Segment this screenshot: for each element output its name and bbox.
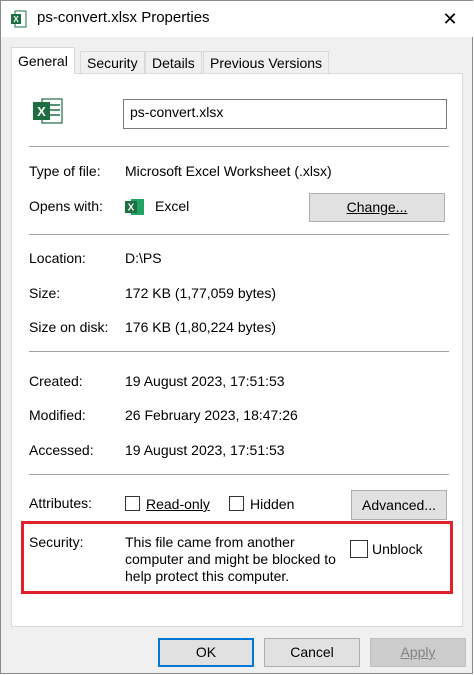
change-button-label: Change... xyxy=(346,199,408,215)
type-value: Microsoft Excel Worksheet (.xlsx) xyxy=(125,163,332,179)
apply-button[interactable]: Apply xyxy=(370,638,466,667)
window-title: ps-convert.xlsx Properties xyxy=(37,9,210,26)
modified-label: Modified: xyxy=(29,407,86,423)
hidden-label[interactable]: Hidden xyxy=(250,496,294,512)
size-label: Size: xyxy=(29,285,61,301)
tab-general[interactable]: General xyxy=(11,47,75,74)
apply-button-label: Apply xyxy=(400,644,436,660)
opens-with-value: Excel xyxy=(155,198,190,214)
accessed-label: Accessed: xyxy=(29,442,94,458)
unblock-checkbox[interactable] xyxy=(350,540,368,558)
filename-input[interactable]: ps-convert.xlsx xyxy=(123,99,447,129)
attributes-label: Attributes: xyxy=(29,495,93,511)
cancel-button[interactable]: Cancel xyxy=(264,638,360,667)
change-button[interactable]: Change... xyxy=(309,193,445,222)
svg-text:X: X xyxy=(128,203,135,214)
close-button[interactable]: ✕ xyxy=(427,1,473,37)
divider xyxy=(29,351,449,352)
unblock-label[interactable]: Unblock xyxy=(372,541,423,557)
created-value: 19 August 2023, 17:51:53 xyxy=(125,373,285,389)
excel-app-icon: X xyxy=(125,198,145,216)
size-on-disk-value: 176 KB (1,80,224 bytes) xyxy=(125,319,276,335)
security-message-line1: This file came from another xyxy=(125,534,295,550)
size-value: 172 KB (1,77,059 bytes) xyxy=(125,285,276,301)
location-label: Location: xyxy=(29,250,86,266)
created-label: Created: xyxy=(29,373,83,389)
security-label: Security: xyxy=(29,534,84,550)
divider xyxy=(29,146,449,147)
excel-file-icon: X xyxy=(11,10,27,28)
type-label: Type of file: xyxy=(29,163,101,179)
svg-text:X: X xyxy=(37,104,46,119)
size-on-disk-label: Size on disk: xyxy=(29,319,109,335)
tab-previous-versions[interactable]: Previous Versions xyxy=(203,51,330,73)
opens-with-label: Opens with: xyxy=(29,198,103,214)
modified-value: 26 February 2023, 18:47:26 xyxy=(125,407,298,423)
properties-window: X ps-convert.xlsx Properties ✕ General S… xyxy=(0,0,473,674)
accessed-value: 19 August 2023, 17:51:53 xyxy=(125,442,285,458)
security-message-line2: computer and might be blocked to xyxy=(125,551,336,567)
read-only-label[interactable]: Read-only xyxy=(146,496,210,512)
tab-details[interactable]: Details xyxy=(145,51,202,73)
svg-text:X: X xyxy=(13,15,19,24)
excel-file-icon: X xyxy=(33,98,63,124)
divider xyxy=(29,234,449,235)
location-value: D:\PS xyxy=(125,250,162,266)
divider xyxy=(29,474,449,475)
advanced-button[interactable]: Advanced... xyxy=(351,490,447,520)
ok-button[interactable]: OK xyxy=(158,638,254,667)
read-only-checkbox[interactable] xyxy=(125,496,140,511)
tab-security[interactable]: Security xyxy=(80,51,145,73)
title-bar: X ps-convert.xlsx Properties ✕ xyxy=(1,1,473,37)
security-message-line3: help protect this computer. xyxy=(125,568,290,584)
hidden-checkbox[interactable] xyxy=(229,496,244,511)
